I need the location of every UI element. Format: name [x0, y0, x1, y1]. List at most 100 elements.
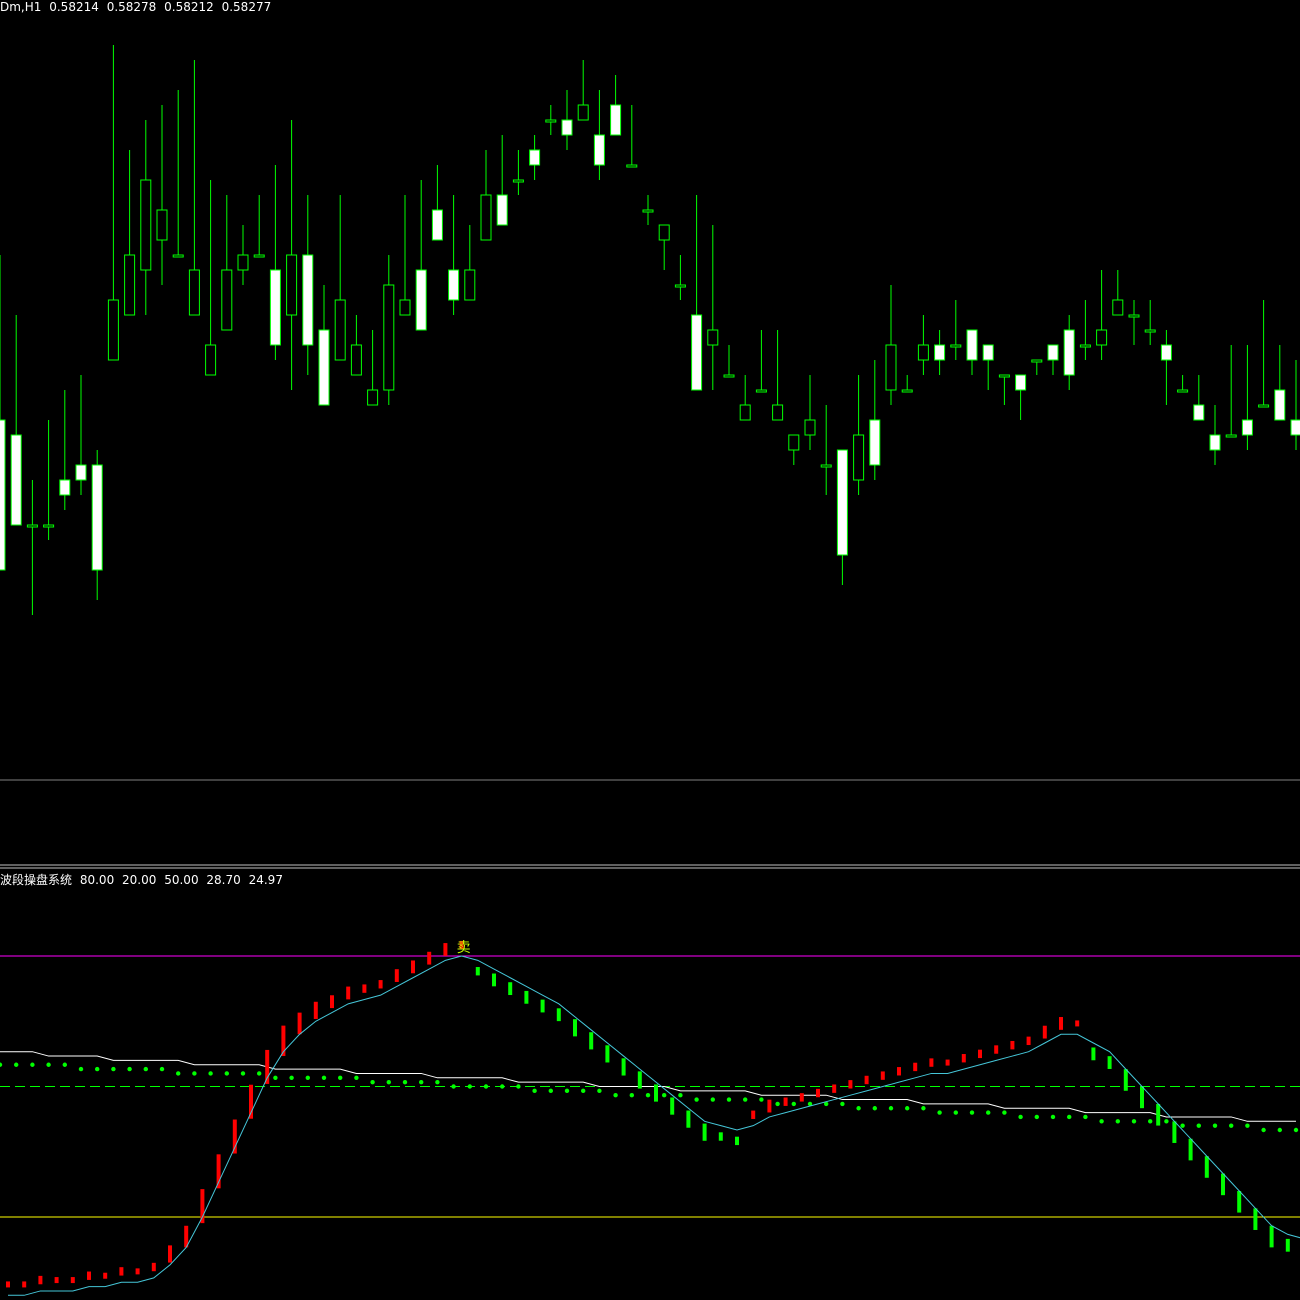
dot-point	[305, 1075, 310, 1081]
dot-point	[662, 1093, 667, 1098]
dot-point	[46, 1062, 51, 1067]
dot-point	[1261, 1127, 1266, 1133]
candle-body	[1225, 434, 1237, 438]
candle-body	[1144, 329, 1156, 333]
candle-body	[59, 479, 71, 496]
dot-point	[937, 1110, 942, 1115]
indicator-level-lower: 20.00	[122, 873, 157, 887]
dot-point	[111, 1066, 116, 1072]
dot-point	[62, 1062, 67, 1067]
candle-body	[593, 134, 605, 166]
dot-point	[921, 1106, 926, 1111]
candle-body	[480, 194, 492, 241]
candle-body	[0, 419, 6, 571]
candle-body	[561, 119, 573, 136]
dot-point	[240, 1071, 246, 1076]
indicator-level-mid: 50.00	[164, 873, 199, 887]
candle-body	[75, 464, 87, 481]
signal-line	[8, 955, 1300, 1296]
candle-body	[982, 344, 994, 361]
ohlc-close: 0.58277	[221, 0, 272, 14]
candle-body	[885, 344, 897, 391]
candle-body	[415, 269, 427, 331]
dot-point	[435, 1079, 440, 1085]
dot-point	[273, 1075, 278, 1081]
candle-body	[156, 209, 168, 241]
candle-body	[1096, 329, 1108, 346]
candle-body	[26, 524, 38, 528]
dot-point	[338, 1075, 343, 1081]
dot-point	[1034, 1114, 1040, 1120]
dot-point	[1131, 1119, 1137, 1124]
ohlc-high: 0.58278	[106, 0, 157, 14]
candle-body	[917, 344, 929, 361]
dot-point	[953, 1110, 958, 1115]
dot-point	[613, 1093, 618, 1098]
dot-point	[354, 1075, 359, 1081]
candle-body	[1290, 419, 1300, 436]
dot-point	[516, 1084, 521, 1089]
dot-point	[1245, 1123, 1250, 1128]
dot-point	[1277, 1127, 1283, 1133]
indicator-name: 波段操盘系统	[0, 873, 73, 887]
candle-body	[691, 314, 703, 391]
dot-point	[159, 1066, 165, 1072]
dot-point	[500, 1084, 505, 1089]
candle-body	[383, 284, 395, 391]
dot-point	[564, 1088, 570, 1094]
dot-point	[710, 1097, 715, 1102]
candle-body	[269, 269, 281, 346]
candle-body	[577, 104, 589, 121]
dot-point	[905, 1106, 910, 1111]
signal-mark: 卖	[457, 940, 471, 956]
candle-body	[626, 164, 638, 168]
ohlc-open: 0.58214	[49, 0, 99, 14]
candle-body	[658, 224, 670, 241]
candle-body	[334, 299, 346, 361]
candle-body	[140, 179, 152, 271]
dot-point	[629, 1093, 634, 1098]
dot-point	[143, 1066, 148, 1072]
dot-point	[1196, 1123, 1202, 1128]
indicator-value-1: 28.70	[206, 873, 241, 887]
candle-body	[529, 149, 541, 166]
candle-body	[772, 404, 784, 421]
dot-point	[743, 1097, 748, 1102]
main-chart-title: Dm,H1 0.58214 0.58278 0.58212 0.58277	[0, 0, 271, 14]
candle-body	[723, 374, 735, 378]
dot-point	[321, 1075, 327, 1081]
candle-body	[399, 299, 411, 316]
dot-point	[1212, 1123, 1218, 1128]
candle-body	[966, 329, 978, 361]
candle-body	[253, 254, 265, 258]
dot-point	[95, 1066, 100, 1072]
candle-body	[431, 209, 443, 241]
candle-body	[642, 209, 654, 213]
indicator-level-upper: 80.00	[79, 873, 115, 887]
dot-point	[257, 1071, 262, 1076]
candle-body	[1274, 389, 1286, 421]
dot-point	[1099, 1119, 1104, 1124]
dot-point	[14, 1062, 19, 1067]
candle-body	[1193, 404, 1205, 421]
candle-body	[91, 464, 103, 571]
dot-point	[775, 1101, 780, 1107]
dot-point	[370, 1079, 375, 1085]
dot-point	[840, 1101, 845, 1107]
candle-body	[804, 419, 816, 436]
candle-body	[820, 464, 832, 468]
candle-body	[1160, 344, 1172, 361]
dot-point	[483, 1084, 489, 1089]
dot-point	[176, 1071, 181, 1076]
dot-point	[532, 1088, 537, 1094]
candle-body	[998, 374, 1010, 378]
dot-point	[1018, 1114, 1023, 1120]
candle-body	[1063, 329, 1075, 376]
dot-point	[1083, 1114, 1088, 1120]
dot-point	[451, 1084, 456, 1089]
dot-point	[1164, 1119, 1169, 1124]
candle-body	[836, 449, 848, 556]
dot-point	[467, 1084, 472, 1089]
candle-body	[286, 254, 298, 316]
chart-canvas: 卖	[0, 45, 1300, 1296]
